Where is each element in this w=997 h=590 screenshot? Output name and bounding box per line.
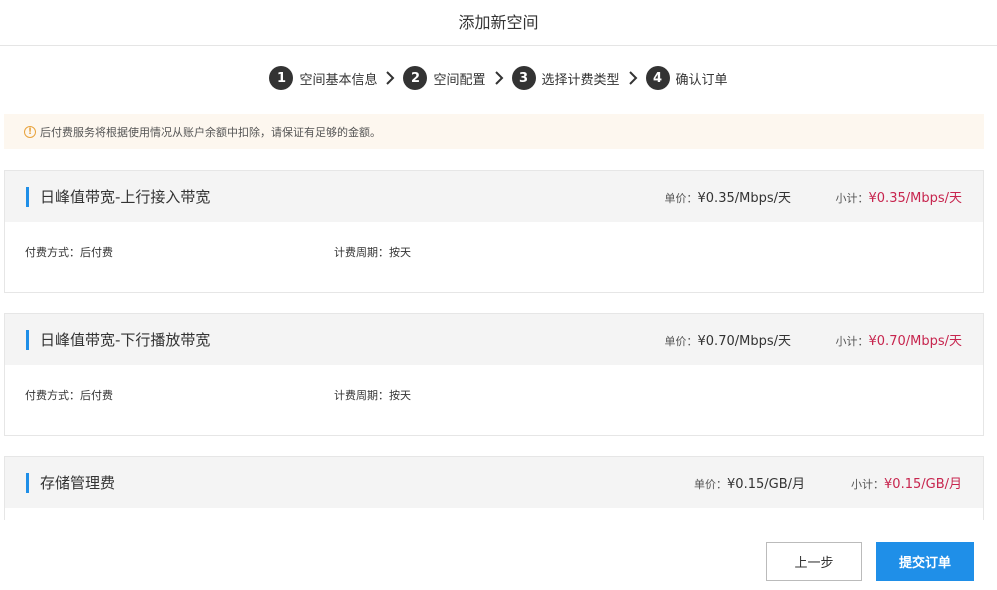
unit-price: 单价：¥0.15/GB/月 [694, 477, 805, 492]
unit-price: 单价：¥0.35/Mbps/天 [664, 191, 791, 206]
step-2: 2 空间配置 [403, 66, 486, 90]
card-header: 存储管理费 单价：¥0.15/GB/月 小计：¥0.15/GB/月 [5, 457, 983, 508]
submit-order-button[interactable]: 提交订单 [876, 542, 974, 581]
chevron-right-icon [486, 66, 512, 90]
billing-cycle: 计费周期：按天 [334, 246, 411, 259]
previous-step-button[interactable]: 上一步 [766, 542, 862, 581]
card-header: 日峰值带宽-下行播放带宽 单价：¥0.70/Mbps/天 小计：¥0.70/Mb… [5, 314, 983, 365]
dialog-footer: 上一步 提交订单 [0, 520, 997, 590]
card-title: 日峰值带宽-上行接入带宽 [40, 188, 211, 206]
step-number: 3 [511, 66, 536, 90]
step-number: 2 [403, 66, 428, 90]
info-icon: ! [24, 125, 36, 138]
billing-item-download-bandwidth: 日峰值带宽-下行播放带宽 单价：¥0.70/Mbps/天 小计：¥0.70/Mb… [4, 313, 984, 436]
step-number: 4 [645, 66, 670, 90]
billing-notice: ! 后付费服务将根据使用情况从账户余额中扣除，请保证有足够的金额。 [4, 114, 984, 149]
subtotal: 小计：¥0.70/Mbps/天 [835, 334, 962, 349]
card-body: 付费方式：后付费 计费周期：按天 [5, 222, 983, 292]
dialog-header: 添加新空间 [0, 0, 997, 46]
billing-item-upload-bandwidth: 日峰值带宽-上行接入带宽 单价：¥0.35/Mbps/天 小计：¥0.35/Mb… [4, 170, 984, 293]
subtotal: 小计：¥0.15/GB/月 [851, 477, 962, 492]
step-indicator: 1 空间基本信息 2 空间配置 3 选择计费类型 4 确认订单 [0, 66, 997, 90]
step-label: 选择计费类型 [541, 72, 620, 88]
step-number: 1 [269, 66, 294, 90]
unit-price: 单价：¥0.70/Mbps/天 [664, 334, 791, 349]
notice-text: 后付费服务将根据使用情况从账户余额中扣除，请保证有足够的金额。 [40, 125, 381, 139]
step-label: 空间基本信息 [299, 72, 378, 88]
step-3: 3 选择计费类型 [511, 66, 620, 90]
accent-bar [26, 472, 29, 493]
billing-cycle: 计费周期：按天 [334, 389, 411, 402]
accent-bar [26, 186, 29, 207]
accent-bar [26, 329, 29, 350]
card-title: 存储管理费 [40, 474, 116, 492]
step-4: 4 确认订单 [645, 66, 728, 90]
pay-method: 付费方式：后付费 [25, 389, 113, 402]
step-1: 1 空间基本信息 [269, 66, 377, 90]
card-body: 付费方式：后付费 计费周期：按天 [5, 365, 983, 435]
step-label: 确认订单 [675, 72, 728, 88]
card-header: 日峰值带宽-上行接入带宽 单价：¥0.35/Mbps/天 小计：¥0.35/Mb… [5, 171, 983, 222]
card-title: 日峰值带宽-下行播放带宽 [40, 331, 211, 349]
chevron-right-icon [377, 66, 403, 90]
dialog-title: 添加新空间 [458, 13, 539, 32]
pay-method: 付费方式：后付费 [25, 246, 113, 259]
chevron-right-icon [620, 66, 646, 90]
subtotal: 小计：¥0.35/Mbps/天 [835, 191, 962, 206]
step-label: 空间配置 [433, 72, 486, 88]
